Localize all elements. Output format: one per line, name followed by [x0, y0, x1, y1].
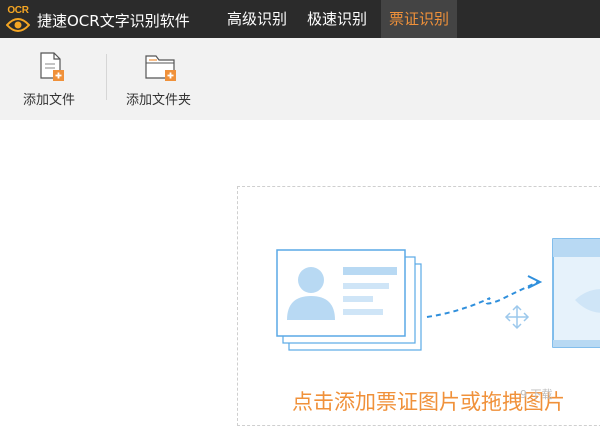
tab-fast-recognition[interactable]: 极速识别: [299, 0, 375, 38]
scan-window-icon: [552, 238, 600, 348]
tab-ticket-recognition[interactable]: 票证识别: [381, 0, 458, 38]
id-card-icon: [276, 249, 422, 351]
app-title: 捷速OCR文字识别软件: [37, 12, 190, 30]
add-folder-label: 添加文件夹: [126, 93, 192, 108]
add-file-label: 添加文件: [23, 93, 76, 108]
watermark: 9 下载: [520, 388, 553, 401]
add-folder-button[interactable]: 添加文件夹: [120, 38, 204, 120]
add-folder-icon: [145, 55, 176, 81]
add-file-button[interactable]: 添加文件: [14, 38, 90, 120]
eye-icon: [6, 18, 30, 32]
app-logo: OCR: [4, 5, 32, 35]
move-cursor-icon: [504, 304, 530, 330]
logo-text: OCR: [7, 5, 29, 16]
add-file-icon: [40, 52, 64, 81]
drop-zone-illustration: [276, 238, 600, 351]
toolbar: 添加文件 添加文件夹: [0, 38, 600, 120]
dashed-arrow-icon: [426, 275, 543, 318]
title-bar: OCR 捷速OCR文字识别软件 高级识别 极速识别 票证识别: [0, 0, 600, 38]
toolbar-divider: [106, 54, 107, 100]
tab-advanced-recognition[interactable]: 高级识别: [219, 0, 295, 38]
